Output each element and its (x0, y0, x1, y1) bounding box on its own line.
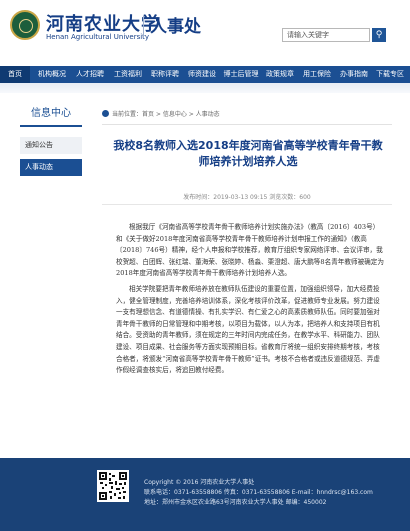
nav-item-title[interactable]: 职称评聘 (147, 66, 183, 83)
nav-item-policy[interactable]: 政策规章 (262, 66, 298, 83)
breadcrumb: 当前位置：首页 > 信息中心 > 人事动态 (102, 110, 392, 120)
nav-item-faculty[interactable]: 师资建设 (184, 66, 220, 83)
location-pin-icon (102, 110, 109, 117)
footer-info: Copyright © 2016 河南农业大学人事处 联系电话：0371-635… (144, 478, 394, 508)
nav-item-download[interactable]: 下载专区 (372, 66, 408, 83)
nav-item-recruit[interactable]: 人才招聘 (72, 66, 108, 83)
nav-item-about[interactable]: 机构概况 (34, 66, 70, 83)
sidebar-item-notices[interactable]: 通知公告 (20, 137, 82, 154)
nav-item-guide[interactable]: 办事指南 (336, 66, 372, 83)
breadcrumb-text[interactable]: 当前位置：首页 > 信息中心 > 人事动态 (112, 111, 220, 118)
sidebar: 信息中心 通知公告 人事动态 (20, 103, 82, 183)
nav-item-postdoc[interactable]: 博士后管理 (220, 66, 262, 83)
article-meta: 发布时间：2019-03-13 09:15 浏览次数：600 (183, 194, 311, 201)
sidebar-item-news[interactable]: 人事动态 (20, 159, 82, 176)
article-title: 我校8名教师入选2018年度河南省高等学校青年骨干教师培养计划培养人选 (113, 139, 383, 168)
article-body: 根据我厅《河南省高等学校青年骨干教师培养计划实施办法》（教高〔2016〕403号… (116, 222, 384, 381)
nav-item-home[interactable]: 首页 (0, 66, 30, 83)
footer-address: 地址：郑州市金水区农业路63号河南农业大学人事处 邮编：450002 (144, 499, 327, 506)
nav-item-insurance[interactable]: 用工保险 (299, 66, 335, 83)
logo-divider (143, 16, 144, 38)
sidebar-title: 信息中心 (20, 103, 82, 127)
main-nav: 首页 机构概况 人才招聘 工资福利 职称评聘 师资建设 博士后管理 政策规章 用… (0, 66, 410, 83)
breadcrumb-divider (102, 124, 392, 125)
site-header: 河南农业大学 Henan Agricultural University 人事处… (0, 0, 410, 66)
qr-code-icon (97, 470, 129, 502)
search-input[interactable]: 请输入关键字 (282, 28, 370, 42)
banner-strip (0, 83, 410, 93)
logo-english-name[interactable]: Henan Agricultural University (46, 33, 149, 41)
university-seal-icon[interactable] (10, 10, 40, 40)
article-paragraph: 相关学院要把青年教师培养放在教师队伍建设的重要位置，加强组织领导，加大经费投入，… (116, 284, 380, 375)
search-icon[interactable]: ⚲ (372, 28, 386, 42)
footer-contact: 联系电话：0371-63558806 传真：0371-63558806 E-ma… (144, 489, 373, 496)
footer-copyright: Copyright © 2016 河南农业大学人事处 (144, 479, 255, 486)
article-paragraph: 根据我厅《河南省高等学校青年骨干教师培养计划实施办法》（教高〔2016〕403号… (116, 223, 384, 278)
nav-item-salary[interactable]: 工资福利 (110, 66, 146, 83)
site-name: 人事处 (150, 17, 201, 37)
meta-divider (102, 204, 392, 205)
